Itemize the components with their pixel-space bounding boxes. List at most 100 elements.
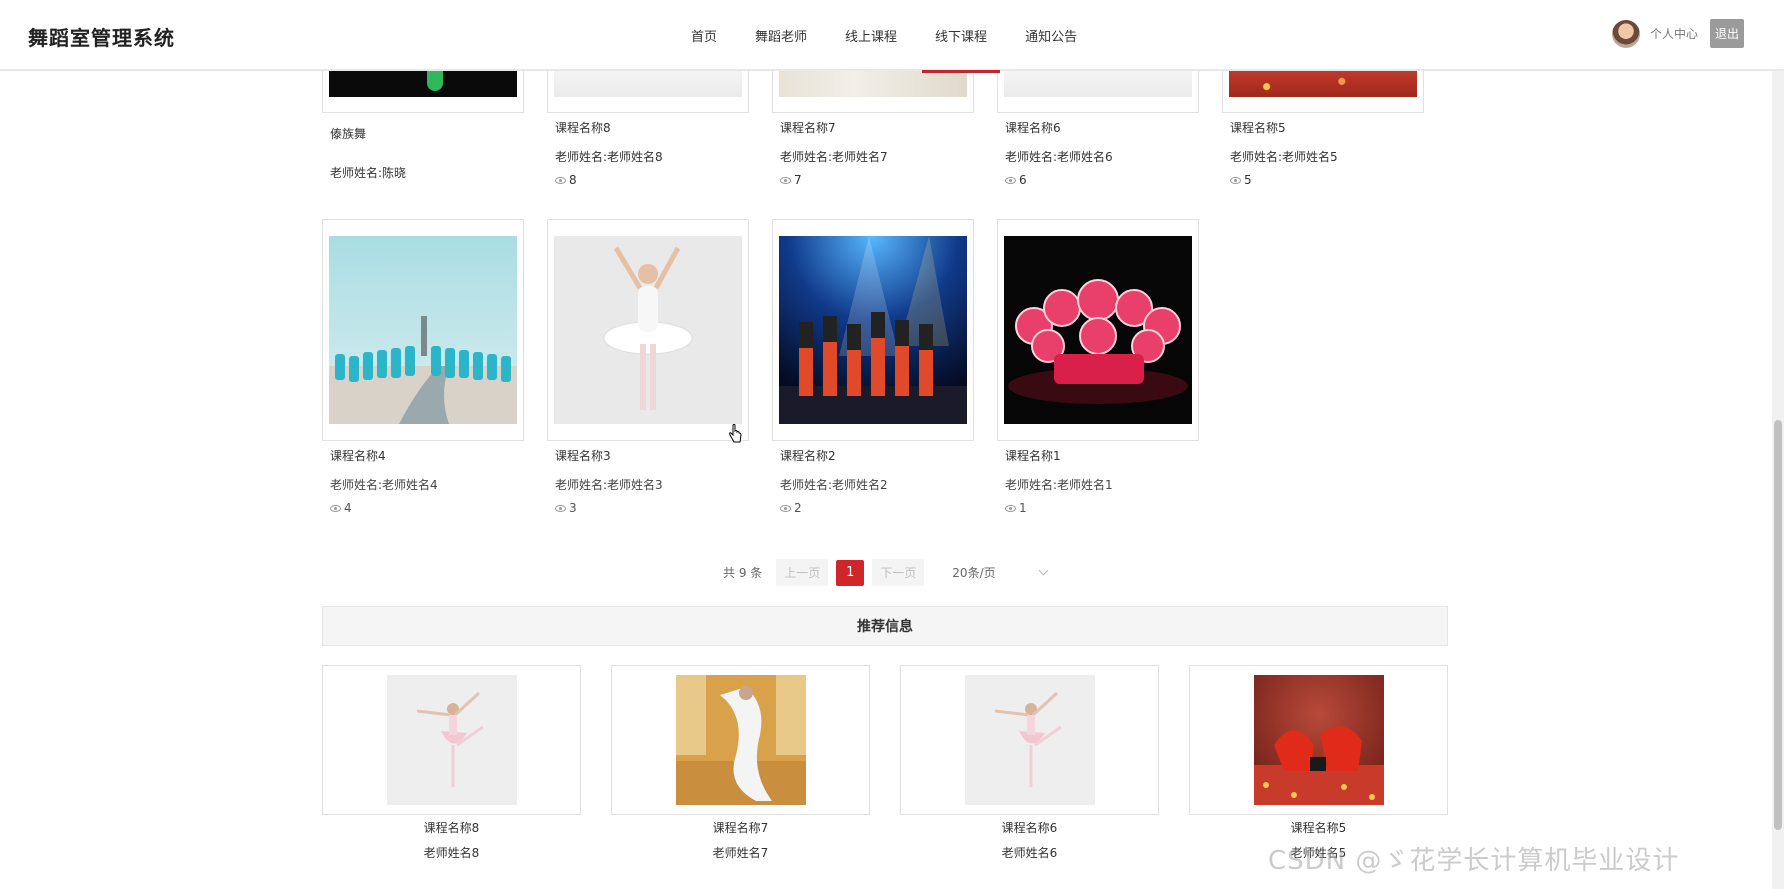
watermark-text: CSDN @ゞ花学长计算机毕业设计 xyxy=(1268,846,1680,876)
course-image[interactable] xyxy=(554,236,742,424)
view-count: 1 xyxy=(1019,501,1027,515)
top-header: 舞蹈室管理系统 首页 舞蹈老师 线上课程 线下课程 通知公告 个人中心 退出 xyxy=(0,0,1784,73)
course-image-frame xyxy=(1222,71,1424,113)
course-image-frame xyxy=(322,219,524,441)
course-views: 4 xyxy=(330,501,524,515)
course-title[interactable]: 课程名称4 xyxy=(330,447,524,464)
avatar[interactable] xyxy=(1611,19,1640,48)
course-image-frame xyxy=(997,219,1199,441)
recommend-image-frame xyxy=(1189,665,1448,815)
course-card-top-1[interactable]: 傣族舞 老师姓名:陈晓 xyxy=(322,71,524,181)
main-nav: 首页 舞蹈老师 线上课程 线下课程 通知公告 xyxy=(672,0,1096,73)
recommend-image[interactable] xyxy=(964,675,1095,805)
course-card-2[interactable]: 课程名称2 老师姓名:老师姓名2 2 xyxy=(772,219,974,515)
course-image[interactable] xyxy=(554,71,742,97)
course-image-frame xyxy=(547,219,749,441)
view-count: 3 xyxy=(569,501,577,515)
view-count: 8 xyxy=(569,173,577,187)
next-page-button[interactable]: 下一页 xyxy=(872,559,925,586)
course-teacher: 老师姓名:陈晓 xyxy=(330,166,407,180)
eye-icon xyxy=(1005,176,1016,184)
eye-icon xyxy=(780,504,791,512)
view-count: 2 xyxy=(794,501,802,515)
pagination: 共 9 条 上一页 1 下一页 20条/页 xyxy=(723,559,1049,586)
course-image[interactable] xyxy=(1229,71,1417,97)
recommend-image[interactable] xyxy=(675,675,806,805)
page-size-value: 20条/页 xyxy=(952,566,996,580)
hand-cursor-icon xyxy=(729,424,742,443)
recommend-image[interactable] xyxy=(1253,675,1384,805)
course-card-top-5[interactable]: 课程名称5 老师姓名:老师姓名5 5 xyxy=(1222,71,1424,187)
course-card-3[interactable]: 课程名称3 老师姓名:老师姓名3 3 xyxy=(547,219,749,515)
course-title[interactable]: 课程名称5 xyxy=(1230,119,1424,136)
recommend-card-1[interactable]: 课程名称8 老师姓名8 xyxy=(322,665,581,861)
nav-teachers[interactable]: 舞蹈老师 xyxy=(736,0,826,71)
course-views: 8 xyxy=(555,173,749,187)
page-size-select[interactable]: 20条/页 xyxy=(952,564,1049,581)
logout-button[interactable]: 退出 xyxy=(1709,19,1744,48)
recommend-image-frame xyxy=(900,665,1159,815)
brand-title[interactable]: 舞蹈室管理系统 xyxy=(28,22,175,51)
total-count: 共 9 条 xyxy=(723,566,763,580)
course-image[interactable] xyxy=(329,236,517,424)
course-image[interactable] xyxy=(779,236,967,424)
course-image-frame xyxy=(547,71,749,113)
course-title[interactable]: 课程名称2 xyxy=(780,447,974,464)
course-views: 6 xyxy=(1005,173,1199,187)
course-teacher: 老师姓名:老师姓名8 xyxy=(555,150,663,164)
course-title[interactable]: 课程名称6 xyxy=(1005,119,1199,136)
eye-icon xyxy=(555,504,566,512)
recommend-title[interactable]: 课程名称8 xyxy=(322,819,581,836)
course-image[interactable] xyxy=(1004,71,1192,97)
course-card-1[interactable]: 课程名称1 老师姓名:老师姓名1 1 xyxy=(997,219,1199,515)
view-count: 7 xyxy=(794,173,802,187)
course-teacher: 老师姓名:老师姓名7 xyxy=(780,150,888,164)
course-title[interactable]: 课程名称7 xyxy=(780,119,974,136)
view-count: 6 xyxy=(1019,173,1027,187)
page-1-button[interactable]: 1 xyxy=(836,559,865,586)
recommend-card-2[interactable]: 课程名称7 老师姓名7 xyxy=(611,665,870,861)
course-image-frame xyxy=(997,71,1199,113)
nav-notices[interactable]: 通知公告 xyxy=(1006,0,1096,71)
recommend-image[interactable] xyxy=(386,675,517,805)
user-center-link[interactable]: 个人中心 xyxy=(1650,25,1698,42)
course-teacher: 老师姓名:老师姓名1 xyxy=(1005,478,1113,492)
course-card-4[interactable]: 课程名称4 老师姓名:老师姓名4 4 xyxy=(322,219,524,515)
course-title[interactable]: 课程名称8 xyxy=(555,119,749,136)
course-title[interactable]: 课程名称3 xyxy=(555,447,749,464)
course-title[interactable]: 傣族舞 xyxy=(330,125,524,142)
course-card-top-2[interactable]: 课程名称8 老师姓名:老师姓名8 8 xyxy=(547,71,749,187)
eye-icon xyxy=(1005,504,1016,512)
course-card-top-3[interactable]: 课程名称7 老师姓名:老师姓名7 7 xyxy=(772,71,974,187)
eye-icon xyxy=(330,504,341,512)
course-title[interactable]: 课程名称1 xyxy=(1005,447,1199,464)
nav-online-courses[interactable]: 线上课程 xyxy=(826,0,916,71)
recommend-header: 推荐信息 xyxy=(322,606,1448,646)
scrollbar-thumb[interactable] xyxy=(1774,420,1782,830)
chevron-down-icon xyxy=(1038,565,1049,576)
course-teacher: 老师姓名:老师姓名5 xyxy=(1230,150,1338,164)
page-scrollbar[interactable] xyxy=(1772,0,1784,889)
user-area: 个人中心 退出 xyxy=(1611,19,1744,48)
recommend-card-4[interactable]: 课程名称5 老师姓名5 xyxy=(1189,665,1448,861)
recommend-card-3[interactable]: 课程名称6 老师姓名6 xyxy=(900,665,1159,861)
recommend-title[interactable]: 课程名称5 xyxy=(1189,819,1448,836)
course-image[interactable] xyxy=(1004,236,1192,424)
course-teacher: 老师姓名:老师姓名6 xyxy=(1005,150,1113,164)
eye-icon xyxy=(555,176,566,184)
course-image[interactable] xyxy=(779,71,967,97)
view-count: 4 xyxy=(344,501,352,515)
recommend-title[interactable]: 课程名称6 xyxy=(900,819,1159,836)
recommend-teacher: 老师姓名8 xyxy=(423,846,480,860)
recommend-teacher: 老师姓名7 xyxy=(712,846,769,860)
recommend-title[interactable]: 课程名称7 xyxy=(611,819,870,836)
nav-offline-courses[interactable]: 线下课程 xyxy=(916,0,1006,73)
nav-home[interactable]: 首页 xyxy=(672,0,736,71)
course-views: 2 xyxy=(780,501,974,515)
course-image[interactable] xyxy=(329,71,517,97)
course-teacher: 老师姓名:老师姓名3 xyxy=(555,478,663,492)
prev-page-button[interactable]: 上一页 xyxy=(776,559,829,586)
recommend-image-frame xyxy=(322,665,581,815)
course-teacher: 老师姓名:老师姓名4 xyxy=(330,478,438,492)
course-card-top-4[interactable]: 课程名称6 老师姓名:老师姓名6 6 xyxy=(997,71,1199,187)
